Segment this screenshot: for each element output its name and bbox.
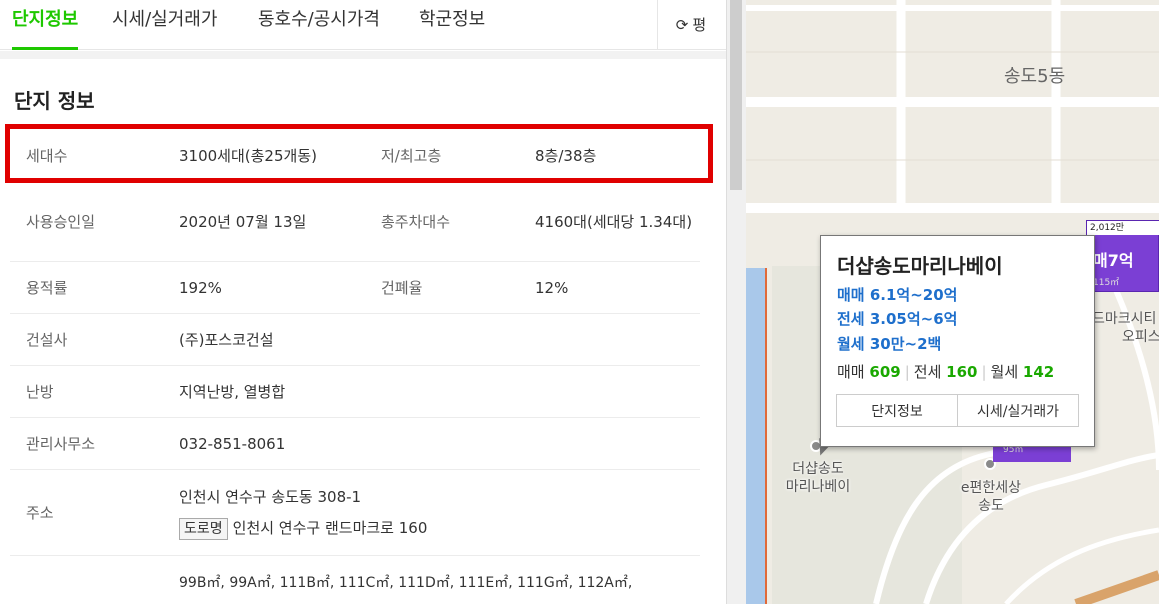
heating-value: 지역난방, 열병합: [179, 383, 286, 401]
info-row: 면적 99B㎡, 99A㎡, 111B㎡, 111C㎡, 111D㎡, 111E…: [10, 556, 700, 604]
area-values: 99B㎡, 99A㎡, 111B㎡, 111C㎡, 111D㎡, 111E㎡, …: [179, 575, 633, 591]
jeonse-count[interactable]: 160: [946, 363, 977, 381]
price-marker[interactable]: 2,012만 매7억 115㎡: [1086, 220, 1159, 292]
sale-price-range: 매매 6.1억~20억: [837, 286, 958, 304]
separator: |: [981, 363, 987, 381]
info-row: 관리사무소 032-851-8061: [10, 418, 700, 470]
popup-title[interactable]: 더샵송도마리나베이: [837, 250, 1003, 279]
management-office-label: 관리사무소: [26, 435, 96, 453]
price-transactions-button[interactable]: 시세/실거래가: [957, 395, 1078, 426]
tab-complex-info[interactable]: 단지정보: [12, 5, 79, 50]
unit-toggle-button[interactable]: ⟳ 평: [657, 0, 724, 49]
tab-school-info[interactable]: 학군정보: [419, 5, 485, 45]
monthly-count[interactable]: 142: [1023, 363, 1054, 381]
poi-name-line: 송도: [978, 498, 1004, 514]
address-label: 주소: [26, 504, 54, 522]
district-label: 송도5동: [1004, 66, 1066, 87]
poi-name-line: 드마크시티: [1092, 311, 1157, 327]
scrollbar-thumb[interactable]: [730, 0, 742, 190]
info-row: 용적률 192% 건폐율 12%: [10, 262, 700, 314]
poi-name-line: 마리나베이: [785, 479, 851, 495]
info-row: 주소 인천시 연수구 송도동 308-1 도로명 인천시 연수구 랜드마크로 16…: [10, 470, 700, 556]
monthly-count-label: 월세: [990, 363, 1019, 381]
poi-name-line: e편한세상: [960, 480, 1022, 496]
tab-unit-public-price[interactable]: 동호수/공시가격: [258, 5, 380, 45]
info-row: 건설사 (주)포스코건설: [10, 314, 700, 366]
poi-label[interactable]: 더샵송도 마리나베이: [778, 460, 858, 496]
area-label: 면적: [26, 570, 166, 604]
complex-info-panel: 단지정보 시세/실거래가 동호수/공시가격 학군정보 ⟳ 평 단지 정보 세대수…: [0, 0, 726, 604]
listing-counts: 매매 609 | 전세 160 | 월세 142: [837, 361, 1054, 382]
highlight-box: [5, 124, 713, 183]
approval-date-label: 사용승인일: [26, 213, 96, 231]
complex-popup: 더샵송도마리나베이 매매 6.1억~20억 전세 3.05억~6억 월세 30만…: [820, 235, 1095, 447]
builder-label: 건설사: [26, 331, 68, 349]
poi-name-line: 오피스: [1122, 329, 1159, 345]
parking-label: 총주차대수: [381, 213, 451, 231]
tab-bar: 단지정보 시세/실거래가 동호수/공시가격 학군정보 ⟳ 평: [0, 0, 726, 50]
road-address: 인천시 연수구 랜드마크로 160: [232, 518, 428, 537]
info-row: 사용승인일 2020년 07월 13일 총주차대수 4160대(세대당 1.34…: [10, 182, 700, 262]
approval-date-value: 2020년 07월 13일: [179, 213, 307, 231]
parking-value: 4160대(세대당 1.34대): [535, 212, 693, 231]
jeonse-count-label: 전세: [913, 363, 942, 381]
floor-area-ratio-label: 용적률: [26, 279, 68, 297]
info-row: 난방 지역난방, 열병합: [10, 366, 700, 418]
management-office-phone[interactable]: 032-851-8061: [179, 418, 699, 469]
building-coverage-label: 건폐율: [381, 279, 423, 297]
complex-info-button[interactable]: 단지정보: [837, 395, 957, 426]
popup-button-group: 단지정보 시세/실거래가: [836, 394, 1079, 427]
heating-label: 난방: [26, 383, 54, 401]
price-per-area: 2,012만: [1087, 221, 1159, 235]
tab-price-transactions[interactable]: 시세/실거래가: [112, 5, 217, 45]
sale-count[interactable]: 609: [869, 363, 900, 381]
separator: |: [904, 363, 910, 381]
marker-price: 매7억: [1093, 251, 1134, 270]
section-title: 단지 정보: [14, 89, 95, 113]
sale-count-label: 매매: [837, 363, 865, 381]
poi-label[interactable]: e편한세상 송도: [951, 479, 1031, 515]
builder-value: (주)포스코건설: [179, 331, 274, 349]
road-address-line: 도로명 인천시 연수구 랜드마크로 160: [179, 513, 427, 544]
building-coverage-value: 12%: [535, 278, 569, 297]
jeonse-price-range: 전세 3.05억~6억: [837, 310, 958, 328]
poi-label[interactable]: 드마크시티 오피스: [1092, 310, 1159, 346]
unit-toggle-label: 평: [692, 16, 707, 34]
divider: [0, 51, 726, 59]
marker-area: 115㎡: [1093, 278, 1120, 288]
road-name-badge: 도로명: [179, 517, 228, 540]
refresh-icon: ⟳: [675, 15, 689, 34]
monthly-price-range: 월세 30만~2백: [837, 335, 942, 353]
floor-area-ratio-value: 192%: [179, 278, 222, 297]
address-value: 인천시 연수구 송도동 308-1 도로명 인천시 연수구 랜드마크로 160: [179, 470, 699, 555]
poi-name-line: 더샵송도: [792, 461, 844, 477]
lot-address: 인천시 연수구 송도동 308-1: [179, 487, 362, 506]
